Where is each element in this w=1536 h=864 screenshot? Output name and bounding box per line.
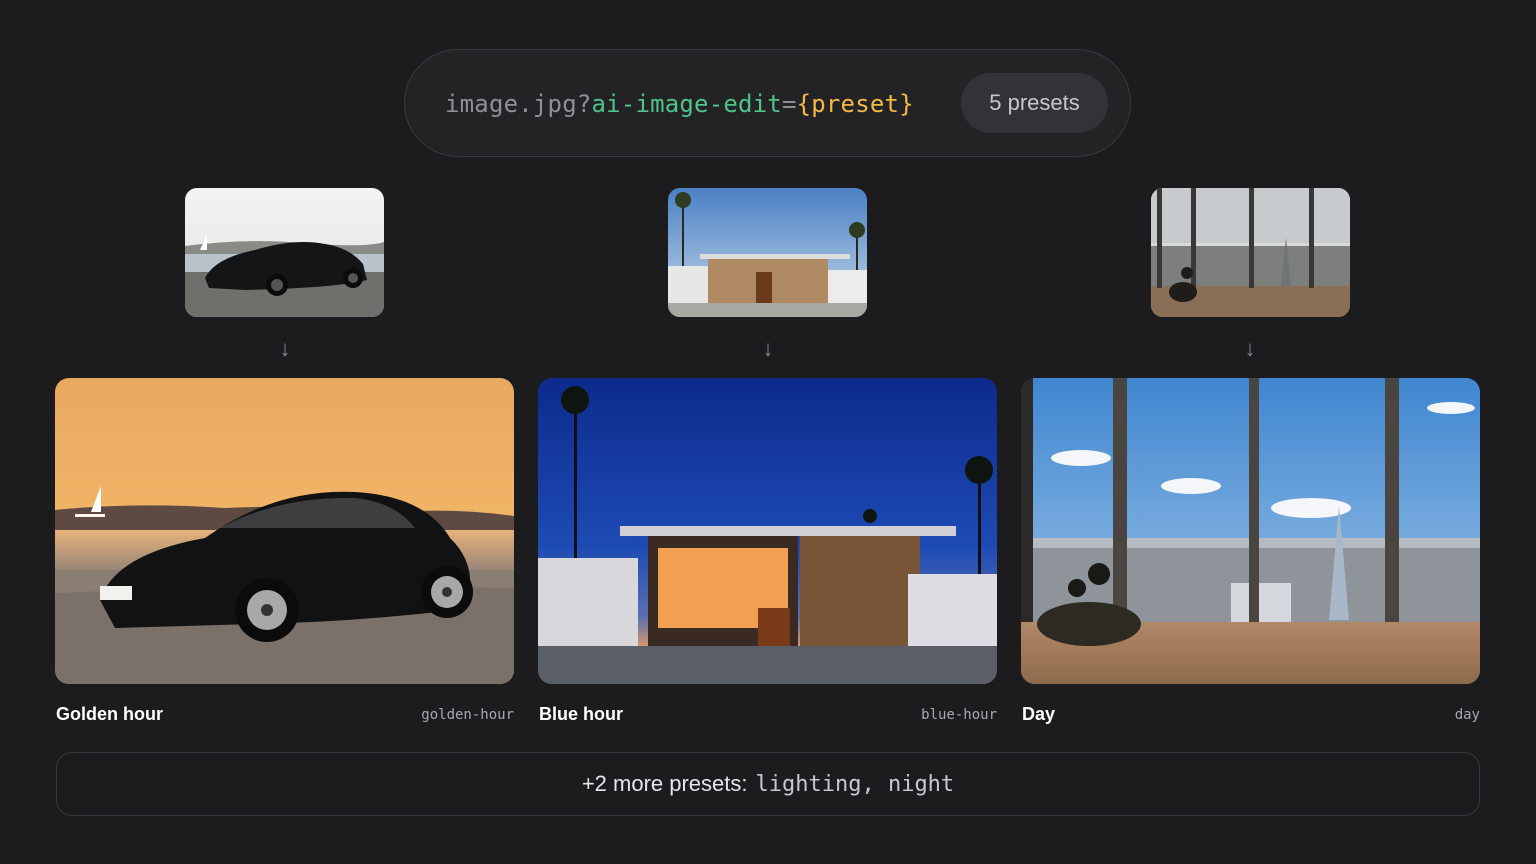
preset-title: Day: [1022, 704, 1056, 724]
preset-count-badge: 5 presets: [961, 73, 1108, 133]
thumbnail-car-original: [185, 188, 384, 317]
url-template: image.jpg?ai-image-edit={preset}: [445, 90, 914, 118]
arrow-down-icon: ↓: [1244, 336, 1256, 361]
result-image-blue-hour: [538, 378, 997, 684]
arrow-down-icon: ↓: [762, 336, 774, 361]
arrow-down-icon: ↓: [279, 336, 291, 361]
preset-title: Golden hour: [56, 704, 163, 724]
preset-slug: day: [1454, 707, 1480, 723]
url-param: ai-image-edit: [591, 90, 782, 118]
preset-slug: golden-hour: [421, 707, 514, 723]
result-image-day: [1021, 378, 1480, 684]
preset-slug: blue-hour: [921, 707, 997, 723]
preset-title: Blue hour: [539, 704, 623, 724]
url-value: {preset}: [796, 90, 914, 118]
thumbnail-house-original: [668, 188, 867, 317]
more-presets-bar: +2 more presets: lighting, night: [56, 752, 1480, 816]
url-pill: image.jpg?ai-image-edit={preset} 5 prese…: [404, 49, 1131, 157]
more-presets-list: lighting, night: [755, 771, 955, 797]
url-equals: =: [781, 90, 797, 118]
more-presets-label: +2 more presets:: [581, 771, 748, 796]
url-base: image.jpg?: [445, 90, 592, 118]
thumbnail-city-original: [1151, 188, 1350, 317]
result-image-golden-hour: [55, 378, 514, 684]
